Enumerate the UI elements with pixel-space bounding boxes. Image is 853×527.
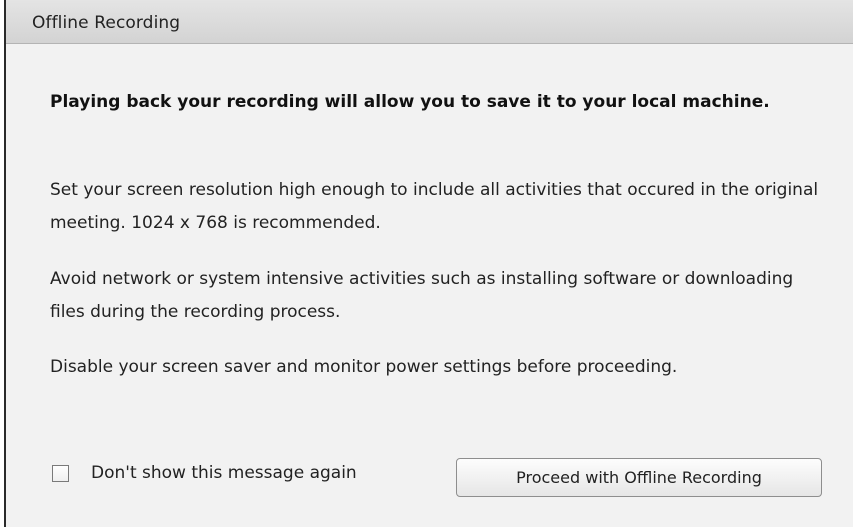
dont-show-again-label[interactable]: Don't show this message again bbox=[91, 463, 357, 483]
proceed-offline-recording-button[interactable]: Proceed with Offline Recording bbox=[456, 458, 822, 497]
offline-recording-dialog: Offline Recording Playing back your reco… bbox=[4, 0, 853, 527]
resolution-message: Set your screen resolution high enough t… bbox=[50, 180, 819, 233]
dialog-content: Playing back your recording will allow y… bbox=[6, 44, 853, 527]
dialog-title: Offline Recording bbox=[32, 13, 181, 33]
dont-show-again-checkbox[interactable] bbox=[52, 464, 69, 482]
dialog-titlebar[interactable]: Offline Recording bbox=[6, 0, 853, 44]
dont-show-again-row[interactable]: Don't show this message again bbox=[52, 462, 357, 484]
intro-message: Playing back your recording will allow y… bbox=[50, 92, 770, 112]
network-message: Avoid network or system intensive activi… bbox=[50, 269, 794, 322]
screensaver-message: Disable your screen saver and monitor po… bbox=[50, 357, 678, 377]
